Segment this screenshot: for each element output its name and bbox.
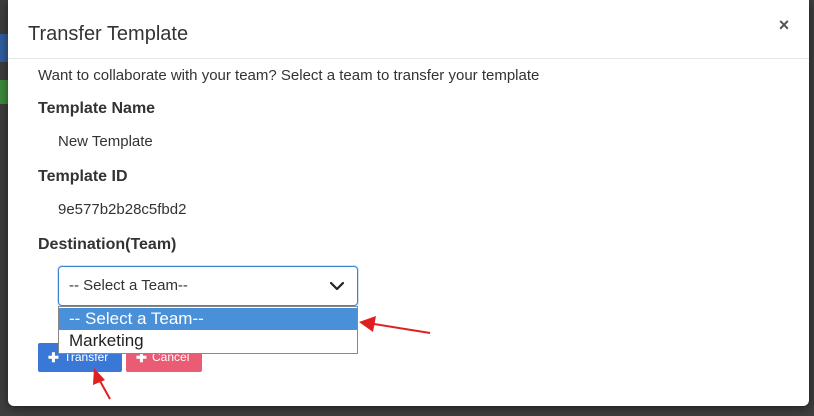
team-select-value: -- Select a Team-- [69,277,188,294]
backdrop-strip-blue [0,34,8,62]
team-select[interactable]: -- Select a Team-- [58,266,358,306]
team-select-dropdown: -- Select a Team-- Marketing [58,306,358,354]
team-option-marketing[interactable]: Marketing [59,330,357,352]
transfer-template-modal: Transfer Template × Want to collaborate … [8,0,809,406]
backdrop-strip-green [0,80,8,104]
template-id-label: Template ID [38,168,128,185]
intro-text: Want to collaborate with your team? Sele… [38,67,540,84]
template-name-label: Template Name [38,100,156,117]
template-name-value: New Template [58,133,153,150]
chevron-down-icon [329,281,345,291]
modal-header: Transfer Template × [8,0,809,59]
team-option-placeholder[interactable]: -- Select a Team-- [59,308,357,330]
destination-team-label: Destination(Team) [38,236,177,253]
modal-title: Transfer Template [28,23,189,45]
template-id-value: 9e577b2b28c5fbd2 [58,201,187,218]
close-icon[interactable]: × [775,16,793,34]
